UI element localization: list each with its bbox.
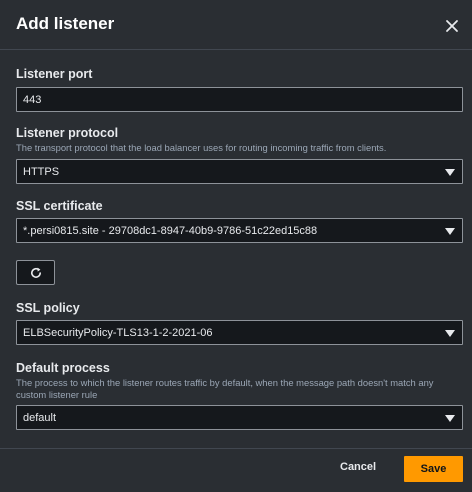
chevron-down-icon (445, 330, 455, 337)
refresh-certificates-button[interactable] (16, 260, 55, 285)
chevron-down-icon (445, 169, 455, 176)
default-process-value: default (23, 412, 57, 424)
listener-port-label: Listener port (16, 67, 93, 81)
default-process-label: Default process (16, 361, 110, 375)
save-button[interactable]: Save (404, 456, 463, 482)
listener-port-value: 443 (23, 94, 42, 106)
close-icon[interactable] (441, 15, 463, 37)
ssl-policy-label: SSL policy (16, 301, 80, 315)
listener-protocol-description: The transport protocol that the load bal… (16, 142, 387, 153)
refresh-icon (31, 267, 41, 278)
ssl-certificate-select[interactable]: *.persi0815.site - 29708dc1-8947-40b9-97… (16, 218, 463, 243)
dialog-header: Add listener (0, 0, 472, 50)
default-process-select[interactable]: default (16, 405, 463, 430)
chevron-down-icon (445, 415, 455, 422)
dialog-title: Add listener (16, 14, 115, 33)
add-listener-dialog: Add listener Listener port 443 Listener … (0, 0, 472, 492)
default-process-description: The process to which the listener routes… (16, 377, 434, 400)
footer-divider (0, 448, 472, 449)
listener-protocol-value: HTTPS (23, 166, 60, 178)
ssl-policy-select[interactable]: ELBSecurityPolicy-TLS13-1-2-2021-06 (16, 320, 463, 345)
cancel-button[interactable]: Cancel (340, 461, 376, 473)
listener-protocol-label: Listener protocol (16, 126, 119, 140)
ssl-certificate-value: *.persi0815.site - 29708dc1-8947-40b9-97… (23, 225, 318, 237)
chevron-down-icon (445, 228, 455, 235)
listener-port-input[interactable]: 443 (16, 87, 463, 112)
ssl-certificate-label: SSL certificate (16, 199, 103, 213)
listener-protocol-select[interactable]: HTTPS (16, 159, 463, 184)
ssl-policy-value: ELBSecurityPolicy-TLS13-1-2-2021-06 (23, 327, 213, 339)
